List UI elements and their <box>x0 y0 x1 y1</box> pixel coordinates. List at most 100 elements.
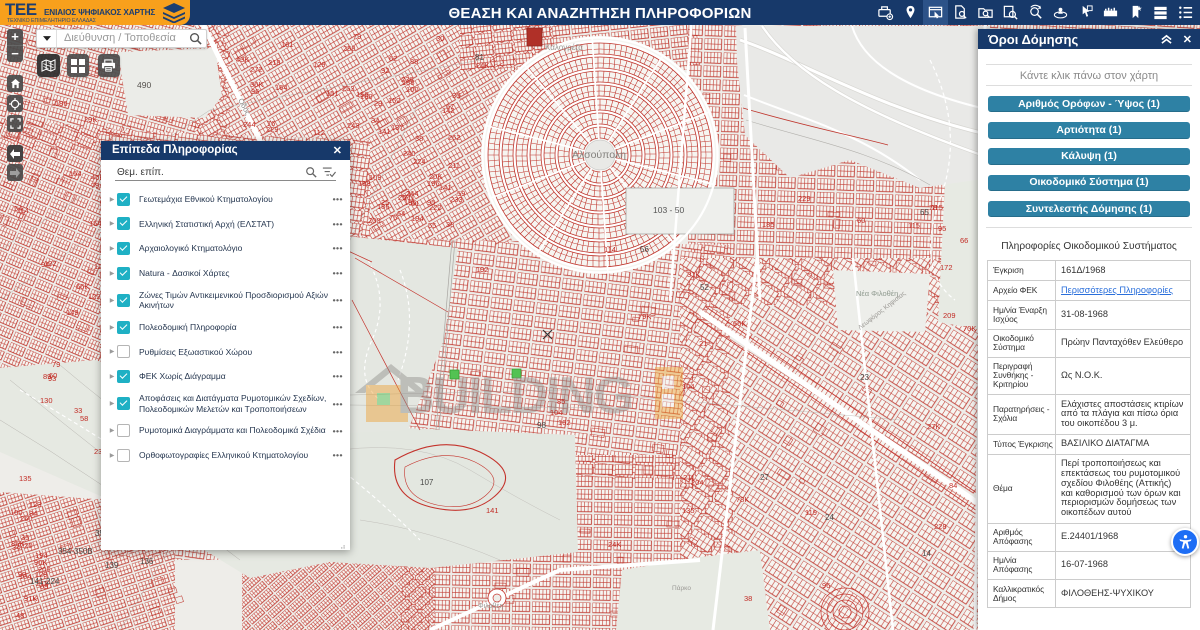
svg-text:30: 30 <box>436 34 444 43</box>
svg-text:229: 229 <box>798 194 811 203</box>
svg-text:115: 115 <box>908 221 920 230</box>
svg-text:96: 96 <box>822 581 830 590</box>
svg-text:114: 114 <box>604 245 616 254</box>
svg-text:135: 135 <box>19 474 32 483</box>
svg-text:490: 490 <box>137 80 151 90</box>
svg-text:103 - 50: 103 - 50 <box>653 205 684 215</box>
svg-text:240: 240 <box>403 149 416 158</box>
svg-text:224: 224 <box>413 157 426 166</box>
svg-text:161: 161 <box>281 40 294 49</box>
svg-text:61: 61 <box>411 199 419 208</box>
svg-text:66K: 66K <box>733 319 746 328</box>
svg-text:52: 52 <box>700 283 709 292</box>
svg-text:107: 107 <box>420 478 434 487</box>
svg-text:151: 151 <box>326 89 339 98</box>
svg-text:79: 79 <box>91 181 99 190</box>
svg-text:218: 218 <box>268 58 281 67</box>
svg-text:38: 38 <box>744 594 752 603</box>
svg-text:90: 90 <box>18 570 26 579</box>
svg-text:88: 88 <box>410 57 418 66</box>
svg-text:89: 89 <box>43 372 51 381</box>
svg-text:79: 79 <box>353 32 361 41</box>
svg-text:64: 64 <box>397 209 405 218</box>
svg-text:194: 194 <box>411 214 424 223</box>
svg-text:141: 141 <box>486 506 499 515</box>
svg-text:34: 34 <box>371 116 379 125</box>
svg-text:129: 129 <box>313 60 326 69</box>
svg-text:24K: 24K <box>476 61 489 70</box>
svg-text:252: 252 <box>448 133 461 142</box>
svg-text:23: 23 <box>860 373 869 382</box>
svg-text:100: 100 <box>10 508 23 517</box>
svg-text:236: 236 <box>401 75 414 84</box>
svg-text:85: 85 <box>557 397 565 406</box>
svg-text:244: 244 <box>243 120 256 129</box>
svg-text:209: 209 <box>943 311 956 320</box>
svg-text:164: 164 <box>275 83 288 92</box>
svg-text:55: 55 <box>428 221 436 230</box>
svg-text:38: 38 <box>415 134 423 143</box>
svg-text:14: 14 <box>922 549 931 558</box>
svg-text:185: 185 <box>762 220 775 229</box>
svg-text:119: 119 <box>805 508 817 517</box>
svg-text:70K: 70K <box>963 324 976 333</box>
svg-text:211: 211 <box>683 473 695 482</box>
svg-text:253: 253 <box>342 84 355 93</box>
svg-text:27K: 27K <box>927 422 940 431</box>
svg-text:38: 38 <box>446 220 454 229</box>
svg-text:186: 186 <box>55 99 68 108</box>
svg-text:95: 95 <box>938 224 946 233</box>
svg-text:154: 154 <box>69 169 82 178</box>
svg-text:84: 84 <box>949 481 957 490</box>
svg-text:43K: 43K <box>236 55 249 64</box>
svg-text:35: 35 <box>21 533 29 542</box>
svg-text:Φιλοθέη: Φιλοθέη <box>478 602 503 610</box>
svg-text:123: 123 <box>29 500 42 509</box>
svg-text:200: 200 <box>368 216 381 225</box>
svg-text:27: 27 <box>760 473 769 482</box>
svg-text:98: 98 <box>537 421 546 430</box>
svg-text:172: 172 <box>940 263 953 272</box>
svg-text:141: 141 <box>439 183 452 192</box>
svg-text:BUILDING: BUILDING <box>397 367 632 425</box>
svg-text:79: 79 <box>52 360 60 369</box>
svg-text:62: 62 <box>389 54 397 63</box>
svg-text:84: 84 <box>29 509 37 518</box>
svg-text:135: 135 <box>682 506 695 515</box>
svg-text:104: 104 <box>682 382 695 391</box>
svg-text:56: 56 <box>640 245 649 254</box>
svg-text:186: 186 <box>377 202 390 211</box>
svg-text:115: 115 <box>931 203 943 212</box>
svg-text:Καλογρέζα: Καλογρέζα <box>545 43 583 52</box>
svg-text:92: 92 <box>381 66 389 75</box>
svg-text:65: 65 <box>920 208 929 217</box>
svg-text:79K: 79K <box>638 312 651 321</box>
svg-text:Πάρκο: Πάρκο <box>672 584 691 592</box>
svg-text:67: 67 <box>446 102 454 111</box>
svg-text:59: 59 <box>457 189 465 198</box>
svg-text:229: 229 <box>266 125 279 134</box>
svg-text:139: 139 <box>105 561 119 570</box>
svg-text:149: 149 <box>66 308 79 317</box>
svg-text:66: 66 <box>960 236 968 245</box>
svg-text:104: 104 <box>550 408 563 417</box>
svg-text:211: 211 <box>448 161 460 170</box>
svg-text:122: 122 <box>88 292 101 301</box>
svg-text:33: 33 <box>74 406 82 415</box>
svg-text:81: 81 <box>475 53 484 62</box>
svg-text:31K: 31K <box>687 270 700 279</box>
svg-text:35: 35 <box>452 91 460 100</box>
svg-text:258: 258 <box>343 44 356 53</box>
svg-text:90K: 90K <box>34 558 47 567</box>
svg-text:162: 162 <box>558 418 571 427</box>
svg-text:94: 94 <box>41 260 49 269</box>
svg-text:228: 228 <box>934 522 947 531</box>
svg-text:114: 114 <box>17 206 29 215</box>
svg-text:Αλσούπολη: Αλσούπολη <box>572 149 626 161</box>
svg-text:21: 21 <box>699 339 707 348</box>
svg-text:25: 25 <box>398 193 406 202</box>
svg-text:29K: 29K <box>84 115 97 124</box>
svg-text:156: 156 <box>356 90 369 99</box>
svg-text:91K: 91K <box>24 594 37 603</box>
svg-text:141-224: 141-224 <box>30 577 60 586</box>
